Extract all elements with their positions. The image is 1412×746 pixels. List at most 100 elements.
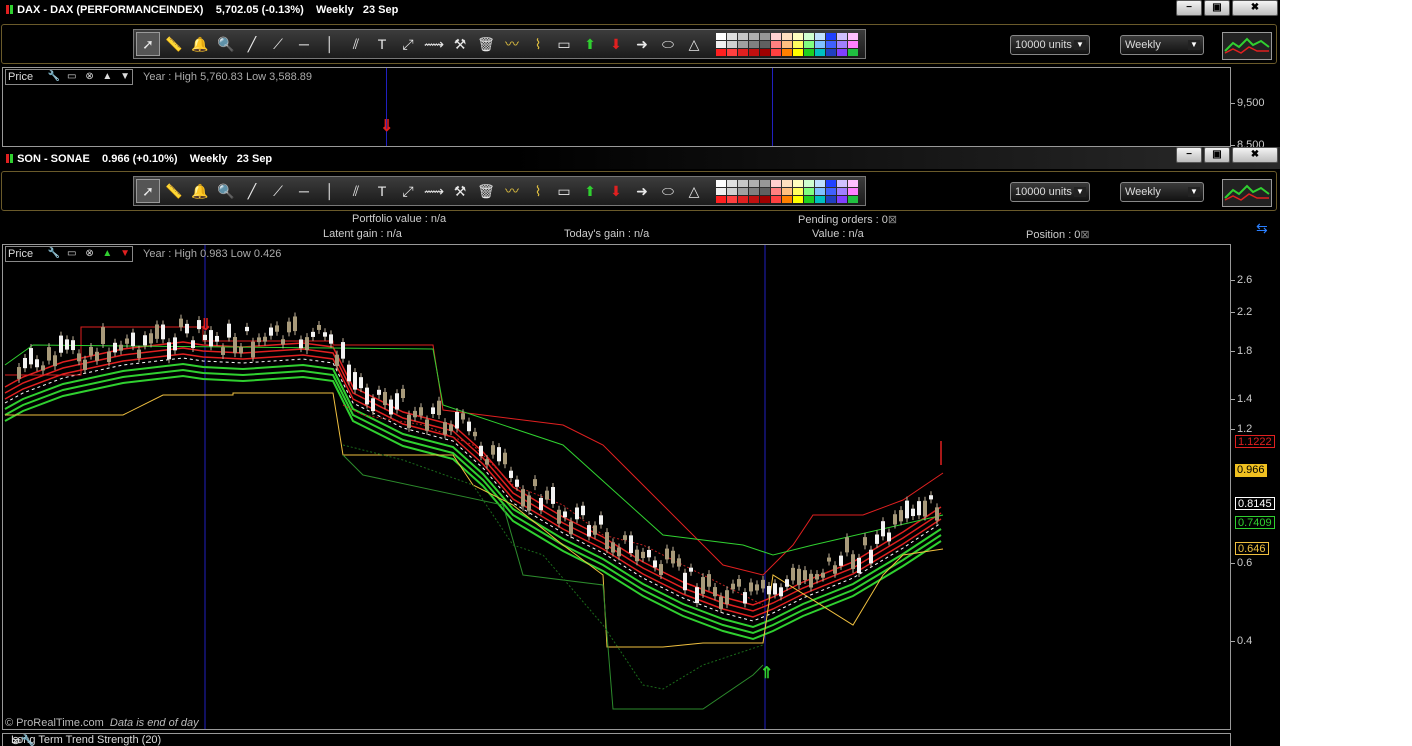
color-swatch[interactable]: [716, 179, 726, 187]
units-select[interactable]: 10000 units ▼: [1010, 35, 1090, 55]
refresh-orders-icon[interactable]: ⇆: [1256, 220, 1268, 237]
wrench-icon[interactable]: 🔧: [21, 734, 35, 746]
zigzag-tool[interactable]: ⌇: [526, 32, 550, 56]
color-swatch[interactable]: [815, 32, 825, 40]
color-swatch[interactable]: [727, 40, 737, 48]
color-swatch[interactable]: [727, 187, 737, 195]
window-icon[interactable]: ▭: [65, 71, 79, 83]
delete-tool[interactable]: 🗑: [474, 179, 498, 203]
color-swatch[interactable]: [848, 40, 858, 48]
fan-tool[interactable]: ⟿: [422, 32, 446, 56]
ruler-tool[interactable]: 📏: [162, 179, 186, 203]
color-swatch[interactable]: [826, 32, 836, 40]
color-swatch[interactable]: [727, 179, 737, 187]
color-swatch[interactable]: [749, 32, 759, 40]
vertical-line-tool[interactable]: │: [318, 32, 342, 56]
wave-tool[interactable]: 〰: [500, 179, 524, 203]
color-swatch[interactable]: [837, 187, 847, 195]
color-swatch[interactable]: [716, 40, 726, 48]
color-swatch[interactable]: [826, 40, 836, 48]
ruler-tool[interactable]: 📏: [162, 32, 186, 56]
delete-tool[interactable]: 🗑: [474, 32, 498, 56]
color-swatch[interactable]: [837, 195, 847, 203]
color-swatch[interactable]: [826, 48, 836, 56]
color-swatch[interactable]: [716, 187, 726, 195]
color-swatch[interactable]: [793, 40, 803, 48]
color-swatch[interactable]: [771, 187, 781, 195]
properties-tool[interactable]: ⚒: [448, 179, 472, 203]
color-swatch[interactable]: [826, 187, 836, 195]
color-swatch[interactable]: [782, 187, 792, 195]
color-swatch[interactable]: [793, 179, 803, 187]
color-swatch[interactable]: [848, 179, 858, 187]
color-swatch[interactable]: [848, 32, 858, 40]
color-swatch[interactable]: [760, 40, 770, 48]
color-swatch[interactable]: [749, 195, 759, 203]
line-tool[interactable]: ╱: [240, 32, 264, 56]
color-swatch[interactable]: [771, 32, 781, 40]
trendline-tool[interactable]: ⟋: [266, 179, 290, 203]
sonae-window-titlebar[interactable]: SON - SONAE 0.966 (+0.10%) Weekly 23 Sep…: [0, 147, 1280, 169]
sonae-price-chart[interactable]: Price 🔧 ▭ ⊗ ▲ ▼ Year : High 0.983 Low 0.…: [2, 244, 1231, 730]
minimize-button[interactable]: −: [1176, 147, 1202, 163]
color-swatch[interactable]: [738, 32, 748, 40]
details-icon[interactable]: ⊠: [888, 214, 897, 226]
rectangle-tool[interactable]: ▭: [552, 32, 576, 56]
ellipse-tool[interactable]: ⬭: [656, 179, 680, 203]
alarm-tool[interactable]: 🔔: [188, 32, 212, 56]
color-swatch[interactable]: [716, 48, 726, 56]
color-swatch[interactable]: [782, 195, 792, 203]
color-swatch[interactable]: [782, 40, 792, 48]
text-tool[interactable]: T: [370, 32, 394, 56]
pointer-tool[interactable]: ➚: [136, 179, 160, 203]
color-swatch[interactable]: [848, 48, 858, 56]
zoom-tool[interactable]: 🔍: [214, 179, 238, 203]
color-swatch[interactable]: [826, 195, 836, 203]
color-swatch[interactable]: [837, 48, 847, 56]
color-swatch[interactable]: [837, 179, 847, 187]
color-swatch[interactable]: [738, 48, 748, 56]
color-swatch[interactable]: [782, 32, 792, 40]
close-button[interactable]: ✖: [1232, 147, 1278, 163]
window-icon[interactable]: ▭: [65, 248, 79, 260]
color-swatch[interactable]: [782, 179, 792, 187]
color-swatch[interactable]: [815, 187, 825, 195]
minimize-button[interactable]: −: [1176, 0, 1202, 16]
color-swatch[interactable]: [782, 48, 792, 56]
vertical-line-tool[interactable]: │: [318, 179, 342, 203]
line-tool[interactable]: ╱: [240, 179, 264, 203]
fibonacci-tool[interactable]: ⤢: [396, 32, 420, 56]
dax-price-axis[interactable]: 9,500 8,500: [1231, 67, 1280, 151]
mini-chart-thumbnail[interactable]: [1222, 32, 1272, 60]
fibonacci-tool[interactable]: ⤢: [396, 179, 420, 203]
color-swatch[interactable]: [749, 40, 759, 48]
wave-tool[interactable]: 〰: [500, 32, 524, 56]
move-up-icon[interactable]: ▲: [100, 248, 114, 260]
move-down-icon[interactable]: ▼: [118, 248, 132, 260]
buy-arrow-tool[interactable]: ⬆: [578, 32, 602, 56]
color-swatch[interactable]: [749, 48, 759, 56]
close-button[interactable]: ✖: [1232, 0, 1278, 16]
color-swatch[interactable]: [716, 32, 726, 40]
color-swatch[interactable]: [804, 187, 814, 195]
triangle-tool[interactable]: △: [682, 179, 706, 203]
color-swatch[interactable]: [727, 48, 737, 56]
alarm-tool[interactable]: 🔔: [188, 179, 212, 203]
mini-chart-thumbnail[interactable]: [1222, 179, 1272, 207]
close-pane-icon[interactable]: ⊗: [83, 71, 97, 83]
color-swatch[interactable]: [771, 195, 781, 203]
color-swatch[interactable]: [793, 195, 803, 203]
dax-window-titlebar[interactable]: DAX - DAX (PERFORMANCEINDEX) 5,702.05 (-…: [0, 0, 1280, 22]
text-tool[interactable]: T: [370, 179, 394, 203]
color-swatch[interactable]: [804, 195, 814, 203]
color-swatch[interactable]: [815, 179, 825, 187]
sell-arrow-tool[interactable]: ⬇: [604, 32, 628, 56]
close-pane-icon[interactable]: ⊗: [11, 734, 20, 746]
pointer-tool[interactable]: ➚: [136, 32, 160, 56]
color-swatch[interactable]: [738, 40, 748, 48]
color-swatch[interactable]: [738, 179, 748, 187]
zigzag-tool[interactable]: ⌇: [526, 179, 550, 203]
color-swatch[interactable]: [727, 32, 737, 40]
timeframe-select[interactable]: Weekly ▼: [1120, 35, 1204, 55]
properties-tool[interactable]: ⚒: [448, 32, 472, 56]
